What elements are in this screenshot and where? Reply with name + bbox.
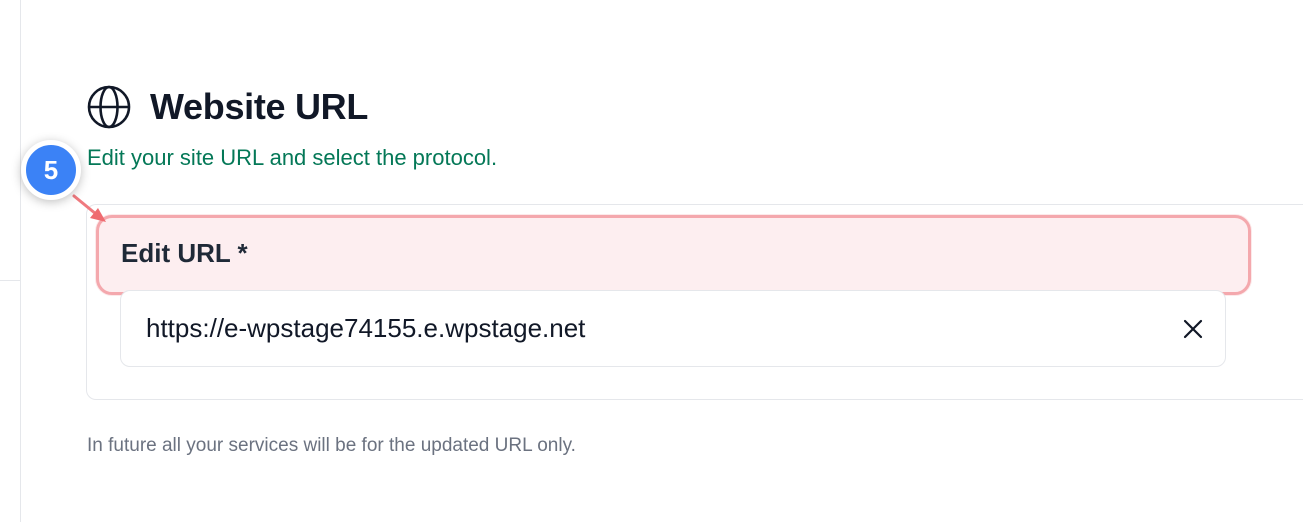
url-input-container	[120, 290, 1226, 367]
close-icon[interactable]	[1181, 317, 1205, 341]
highlighted-field-label	[96, 215, 1251, 295]
left-rail-divider	[20, 0, 21, 522]
globe-icon	[87, 85, 131, 129]
left-horizontal-divider	[0, 280, 20, 281]
field-label: Edit URL *	[121, 238, 248, 268]
section-subtitle: Edit your site URL and select the protoc…	[87, 145, 498, 170]
url-input[interactable]	[146, 313, 1146, 344]
step-number-badge: 5	[21, 140, 81, 200]
section-title: Website URL	[150, 86, 369, 127]
section-header: Website URL	[86, 84, 368, 130]
helper-text: In future all your services will be for …	[87, 435, 576, 456]
